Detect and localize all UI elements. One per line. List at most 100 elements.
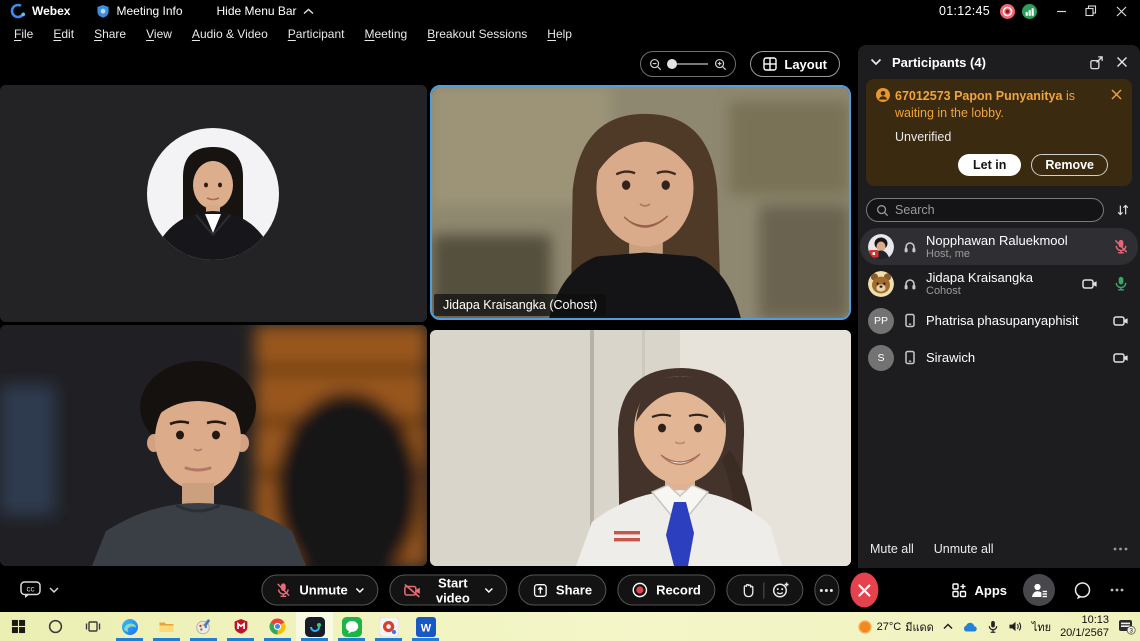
start-button[interactable] (0, 612, 37, 641)
headset-icon (903, 277, 917, 291)
chevron-down-icon[interactable] (484, 587, 493, 593)
closed-captions-icon[interactable]: cc (20, 581, 42, 600)
participant-row-cohost[interactable]: Jidapa Kraisangka Cohost (858, 265, 1140, 302)
record-button[interactable]: Record (617, 575, 715, 606)
taskbar-clock[interactable]: 10:13 20/1/2567 (1060, 614, 1109, 640)
menu-edit[interactable]: Edit (43, 24, 84, 44)
taskbar-app-chrome[interactable] (259, 612, 296, 641)
sort-participants-icon[interactable] (1114, 201, 1132, 219)
chevron-down-icon[interactable] (356, 587, 365, 593)
dismiss-lobby-notification-icon[interactable] (1109, 87, 1124, 102)
start-video-button[interactable]: Start video (390, 575, 507, 606)
let-in-button[interactable]: Let in (958, 154, 1021, 176)
apps-button[interactable]: Apps (952, 583, 1008, 598)
hidden-icons-chevron-icon[interactable] (943, 623, 953, 630)
zoom-in-icon[interactable] (714, 58, 727, 71)
taskbar-app-mcafee[interactable] (222, 612, 259, 641)
folder-icon (158, 619, 175, 634)
search-ring-icon (48, 619, 63, 634)
start-video-label: Start video (430, 575, 476, 605)
titlebar: Webex Meeting Info Hide Menu Bar 01:12:4… (0, 0, 1140, 22)
menu-meeting[interactable]: Meeting (355, 24, 418, 44)
weather-widget[interactable]: 27°C มีแดด (857, 618, 934, 636)
taskbar-search-button[interactable] (37, 612, 74, 641)
participant-name: Sirawich (926, 350, 1099, 365)
video-tile-avatar[interactable] (0, 85, 427, 322)
menu-view[interactable]: View (136, 24, 182, 44)
participant-row-host[interactable]: Nopphawan Raluekmool Host, me (860, 228, 1138, 265)
raise-hand-icon[interactable] (740, 582, 755, 599)
menu-share[interactable]: Share (84, 24, 136, 44)
taskbar-app-line[interactable] (333, 612, 370, 641)
app-brand: Webex (32, 4, 70, 18)
layout-button[interactable]: Layout (750, 51, 840, 77)
menu-audio-video[interactable]: Audio & Video (182, 24, 278, 44)
taskbar-app-edge[interactable] (111, 612, 148, 641)
control-buttons: Unmute Start video Share (261, 573, 878, 608)
connection-quality-icon[interactable] (1022, 4, 1037, 19)
mute-all-button[interactable]: Mute all (870, 542, 914, 556)
avatar (868, 234, 894, 260)
chat-toggle-button[interactable] (1071, 579, 1094, 602)
webex-logo-icon (10, 3, 26, 19)
headset-icon (903, 240, 917, 254)
share-button[interactable]: Share (518, 575, 606, 606)
taskbar-app-file-explorer[interactable] (148, 612, 185, 641)
meeting-info-button[interactable]: Meeting Info (96, 4, 182, 19)
video-tile-participant-3[interactable] (0, 325, 427, 566)
taskbar-app-paint[interactable] (185, 612, 222, 641)
hide-menu-bar-button[interactable]: Hide Menu Bar (217, 4, 314, 18)
minimize-button[interactable] (1048, 1, 1074, 21)
more-panels-icon[interactable] (1110, 588, 1124, 592)
language-indicator[interactable]: ไทย (1032, 618, 1051, 636)
collapse-panel-button[interactable] (868, 56, 884, 68)
mic-on-icon[interactable] (1112, 275, 1130, 292)
video-tile-active-speaker[interactable]: Jidapa Kraisangka (Cohost) (430, 85, 851, 320)
participants-search-input[interactable] (895, 203, 1094, 217)
reactions-smiley-icon[interactable] (772, 582, 789, 599)
tray-mic-icon[interactable] (987, 620, 999, 634)
menu-file[interactable]: File (4, 24, 43, 44)
menu-participant[interactable]: Participant (278, 24, 355, 44)
menu-help[interactable]: Help (537, 24, 582, 44)
notification-center-button[interactable]: 3 (1118, 618, 1136, 635)
unmute-button[interactable]: Unmute (261, 575, 378, 606)
close-button[interactable] (1108, 1, 1134, 21)
participant-row-4[interactable]: S Sirawich (858, 339, 1140, 376)
menubar: File Edit Share View Audio & Video Parti… (0, 22, 1140, 45)
popout-panel-button[interactable] (1087, 53, 1106, 72)
participants-panel: Participants (4) 67012573 Papon Punyanit… (858, 45, 1140, 568)
record-indicator-icon[interactable] (1000, 4, 1015, 19)
speaker-icon[interactable] (1008, 620, 1023, 633)
video-tile-participant-4[interactable] (430, 330, 851, 566)
taskbar-app-photos[interactable] (370, 612, 407, 641)
sun-icon (857, 619, 873, 635)
participants-toggle-button[interactable] (1023, 574, 1055, 606)
more-options-button[interactable] (814, 575, 839, 606)
participant-row-3[interactable]: PP Phatrisa phasupanyaphisit (858, 302, 1140, 339)
weather-desc: มีแดด (905, 618, 934, 636)
camera-on-icon (1112, 313, 1130, 329)
onedrive-cloud-icon[interactable] (962, 620, 978, 633)
close-panel-button[interactable] (1114, 54, 1130, 70)
phone-icon (903, 350, 917, 365)
zoom-slider[interactable] (666, 58, 710, 70)
video-stage: Layout (0, 45, 852, 568)
participant-name: Jidapa Kraisangka (926, 270, 1068, 285)
restore-button[interactable] (1078, 1, 1104, 21)
leave-meeting-button[interactable] (850, 573, 878, 608)
unmute-all-button[interactable]: Unmute all (934, 542, 994, 556)
taskbar-app-webex[interactable] (296, 612, 333, 641)
chevron-down-icon[interactable] (49, 587, 59, 594)
taskbar-app-word[interactable]: W (407, 612, 444, 641)
mic-muted-icon[interactable] (1112, 238, 1130, 255)
menu-breakout-sessions[interactable]: Breakout Sessions (417, 24, 537, 44)
zoom-out-icon[interactable] (649, 58, 662, 71)
word-icon: W (416, 617, 436, 637)
task-view-button[interactable] (74, 612, 111, 641)
remove-button[interactable]: Remove (1031, 154, 1108, 176)
participants-search-box[interactable] (866, 198, 1104, 222)
captions-control[interactable]: cc (20, 581, 59, 600)
panel-more-options-icon[interactable] (1113, 547, 1128, 551)
zoom-slider-control[interactable] (640, 51, 736, 77)
